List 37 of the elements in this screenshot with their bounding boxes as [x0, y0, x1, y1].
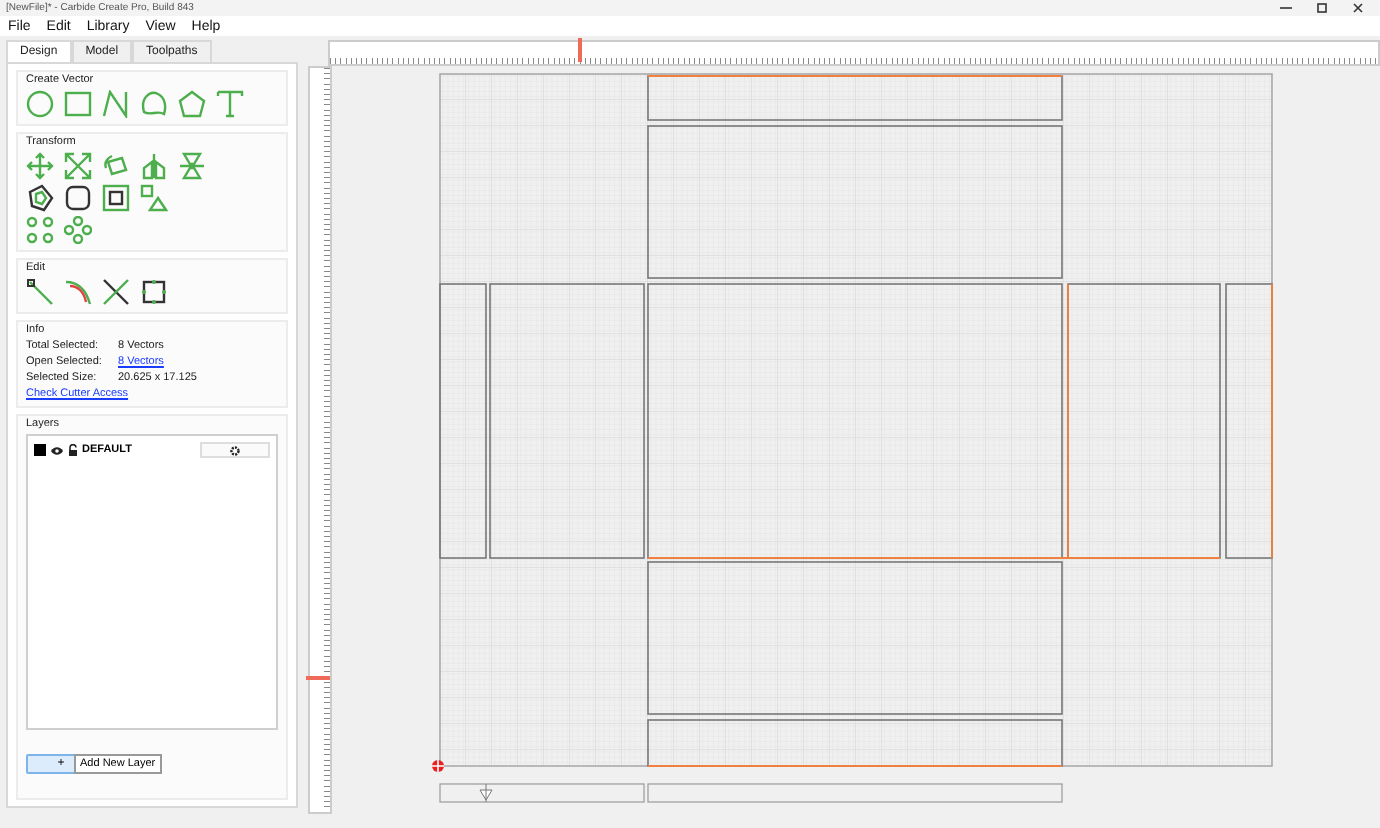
- text-icon[interactable]: [216, 90, 244, 118]
- restore-icon[interactable]: [1314, 2, 1330, 14]
- settings-icon: [230, 445, 240, 455]
- vector-rectangle[interactable]: [439, 283, 487, 559]
- vector-rectangle[interactable]: [647, 75, 1063, 121]
- cursor-icon: [479, 783, 493, 803]
- vector-rectangle[interactable]: [647, 125, 1063, 279]
- node-edit-icon[interactable]: [26, 278, 54, 306]
- mirror-icon[interactable]: [140, 152, 168, 180]
- flip-icon[interactable]: [178, 152, 206, 180]
- minimize-icon[interactable]: [1278, 2, 1294, 14]
- layer-color-swatch[interactable]: [34, 444, 46, 456]
- vector-rectangle[interactable]: [489, 283, 645, 559]
- close-icon[interactable]: [1350, 2, 1366, 14]
- align-icon[interactable]: [140, 184, 168, 212]
- curve-edit-icon[interactable]: [64, 278, 92, 306]
- vector-rectangle[interactable]: [647, 719, 1063, 767]
- trim-icon[interactable]: [102, 278, 130, 306]
- vector-rectangle[interactable]: [647, 283, 1063, 559]
- lock-icon[interactable]: [68, 444, 78, 456]
- offset-icon[interactable]: [26, 184, 54, 212]
- circle-icon[interactable]: [26, 90, 54, 118]
- ruler-marker: [578, 38, 581, 62]
- rectangle-icon[interactable]: [64, 90, 92, 118]
- vector-rectangle[interactable]: [1225, 283, 1273, 559]
- vector-rectangle[interactable]: [647, 561, 1063, 715]
- layer-settings-button[interactable]: [200, 442, 270, 458]
- fillet-icon[interactable]: [64, 184, 92, 212]
- ruler-marker: [306, 676, 330, 679]
- polyline-icon[interactable]: [102, 90, 130, 118]
- origin-icon: [431, 759, 445, 773]
- curve-icon[interactable]: [140, 90, 168, 118]
- bounding-box-icon[interactable]: [140, 278, 168, 306]
- vector-rectangle[interactable]: [1067, 283, 1221, 559]
- pentagon-icon[interactable]: [178, 90, 206, 118]
- boolean-icon[interactable]: [102, 184, 130, 212]
- eye-icon[interactable]: [50, 445, 64, 455]
